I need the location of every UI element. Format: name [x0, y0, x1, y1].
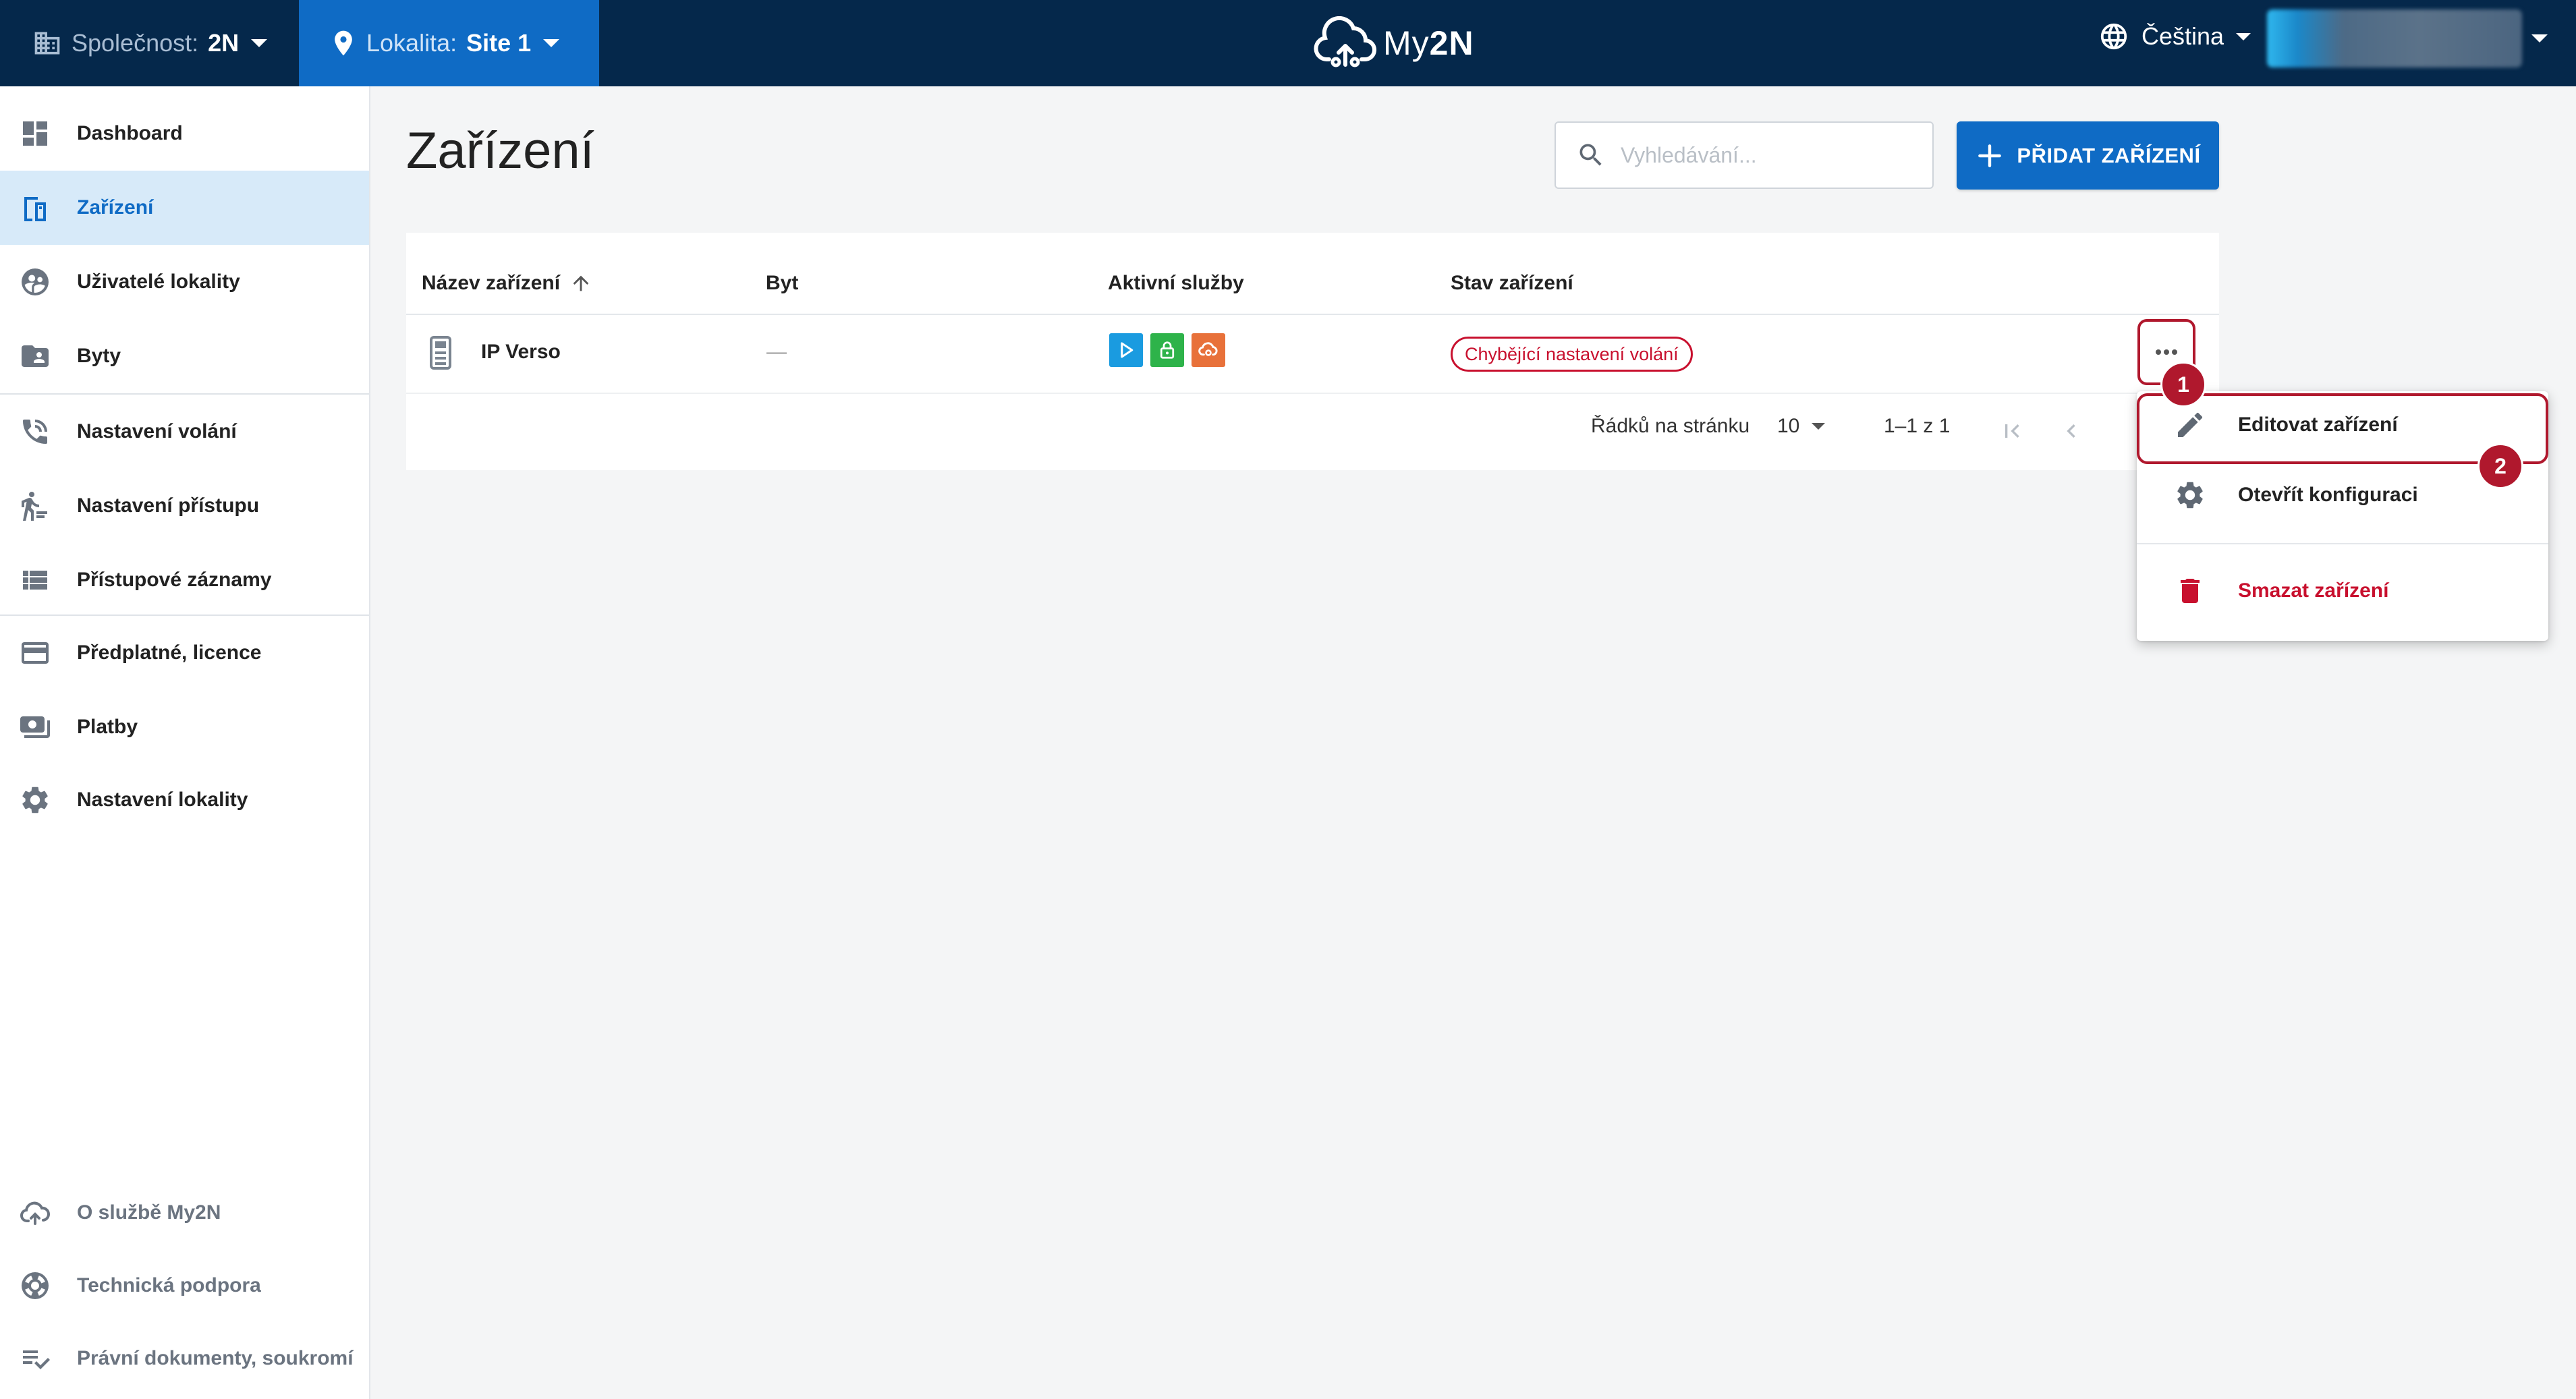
device-name[interactable]: IP Verso	[481, 341, 561, 364]
sidebar-item-devices[interactable]: Zařízení	[0, 171, 369, 245]
phone-settings-icon	[23, 420, 47, 444]
chevron-down-icon	[1812, 423, 1826, 430]
sidebar-item-about-my2n[interactable]: O službě My2N	[0, 1176, 369, 1250]
sidebar-item-label: Byty	[77, 345, 121, 367]
sidebar-item-subscription[interactable]: Předplatné, licence	[0, 616, 369, 690]
search-box[interactable]	[1555, 121, 1934, 189]
previous-page-icon[interactable]	[2058, 418, 2085, 445]
sidebar-item-label: Platby	[77, 716, 138, 738]
intercom-device-icon	[430, 336, 451, 370]
language-selector[interactable]: Čeština	[2098, 0, 2251, 73]
company-selector[interactable]: Společnost: 2N	[0, 0, 298, 86]
sidebar-item-site-settings[interactable]: Nastavení lokality	[0, 763, 369, 837]
rows-per-page-value: 10	[1777, 415, 1800, 437]
chevron-down-icon	[251, 39, 268, 47]
devices-table: Název zařízení Byt Aktivní služby Stav z…	[406, 233, 2219, 470]
add-device-button[interactable]: PŘIDAT ZAŘÍZENÍ	[1957, 121, 2219, 190]
apartments-icon	[22, 345, 49, 367]
dashboard-icon	[23, 121, 47, 146]
cloud-logo-icon	[1314, 16, 1377, 67]
plus-icon	[1978, 144, 2002, 167]
my2n-logo[interactable]: My2N	[1313, 11, 1474, 76]
service-access-control-icon	[1150, 333, 1184, 367]
sidebar-item-label: Uživatelé lokality	[77, 270, 240, 293]
sidebar-item-apartments[interactable]: Byty	[0, 319, 369, 393]
step-marker-1: 1	[2160, 362, 2206, 407]
sidebar-item-label: O službě My2N	[77, 1201, 221, 1224]
menu-item-label: Smazat zařízení	[2238, 579, 2389, 602]
status-badge: Chybějící nastavení volání	[1451, 337, 1693, 372]
step-marker-2: 2	[2477, 443, 2523, 489]
rows-per-page-select[interactable]: 10	[1777, 415, 1826, 438]
location-pin-icon	[335, 30, 352, 56]
cloud-icon	[20, 1201, 50, 1225]
page-title: Zařízení	[406, 122, 594, 179]
header-divider	[406, 314, 2219, 315]
sidebar-item-support[interactable]: Technická podpora	[0, 1249, 369, 1323]
sidebar-item-call-settings[interactable]: Nastavení volání	[0, 395, 369, 469]
support-icon	[22, 1272, 49, 1299]
service-mobile-video-icon	[1109, 333, 1143, 367]
sort-ascending-icon[interactable]	[569, 272, 592, 295]
legal-icon	[23, 1350, 50, 1369]
search-icon	[1579, 144, 1602, 166]
top-bar: Společnost: 2N Lokalita: Site 1 My2N Češ…	[0, 0, 2576, 86]
access-icon	[22, 492, 47, 521]
sidebar-item-label: Nastavení přístupu	[77, 494, 260, 517]
device-icon	[24, 197, 46, 221]
first-page-icon[interactable]	[1998, 418, 2025, 445]
column-header-status: Stav zařízení	[1451, 272, 1573, 294]
search-input[interactable]	[1619, 142, 1919, 169]
column-header-name[interactable]: Název zařízení	[422, 272, 592, 295]
column-header-services: Aktivní služby	[1108, 272, 1244, 294]
sidebar-item-access-log[interactable]: Přístupové záznamy	[0, 543, 369, 617]
rows-per-page-label: Řádků na stránku	[1591, 415, 1750, 437]
credit-card-icon	[22, 642, 49, 664]
building-icon	[34, 32, 60, 55]
sidebar: Dashboard Zařízení Uživatelé lokality By…	[0, 86, 370, 1399]
menu-item-delete-device[interactable]: Smazat zařízení	[2137, 557, 2548, 625]
site-label: Lokalita:	[366, 29, 457, 57]
add-device-label: PŘIDAT ZAŘÍZENÍ	[2017, 143, 2201, 167]
sidebar-item-label: Přístupové záznamy	[77, 569, 272, 591]
pagination-range: 1–1 z 1	[1884, 415, 1951, 437]
sidebar-item-legal[interactable]: Právní dokumenty, soukromí	[0, 1321, 369, 1396]
trash-icon	[2181, 579, 2200, 603]
user-menu-blurred[interactable]	[2267, 9, 2522, 67]
chevron-down-icon	[543, 39, 560, 47]
company-value: 2N	[208, 29, 240, 57]
users-icon	[22, 268, 49, 295]
logo-suffix: 2N	[1429, 24, 1474, 62]
site-selector[interactable]: Lokalita: Site 1	[299, 0, 599, 86]
chevron-down-icon	[2236, 32, 2251, 40]
language-label: Čeština	[2141, 22, 2224, 50]
gear-icon	[22, 787, 48, 813]
sidebar-item-site-users[interactable]: Uživatelé lokality	[0, 245, 369, 319]
sidebar-item-label: Zařízení	[77, 196, 154, 219]
menu-divider	[2137, 543, 2548, 544]
sidebar-item-label: Právní dokumenty, soukromí	[77, 1347, 354, 1369]
sidebar-item-dashboard[interactable]: Dashboard	[0, 96, 369, 171]
sidebar-item-label: Nastavení lokality	[77, 789, 248, 811]
payments-icon	[20, 716, 50, 738]
user-menu-chevron-icon[interactable]	[2531, 34, 2548, 42]
service-remote-configuration-icon	[1192, 333, 1225, 367]
more-horizontal-icon	[2156, 349, 2177, 355]
sidebar-item-payments[interactable]: Platby	[0, 690, 369, 764]
sidebar-item-label: Předplatné, licence	[77, 641, 262, 664]
gear-icon	[2177, 482, 2203, 509]
row-divider	[406, 393, 2219, 394]
site-value: Site 1	[466, 29, 532, 57]
company-label: Společnost:	[72, 29, 199, 57]
sidebar-item-label: Nastavení volání	[77, 420, 237, 442]
access-log-icon	[23, 571, 47, 590]
device-apartment: —	[766, 341, 787, 363]
sidebar-item-label: Technická podpora	[77, 1274, 261, 1296]
sidebar-item-access-settings[interactable]: Nastavení přístupu	[0, 469, 369, 543]
globe-icon	[2100, 23, 2127, 50]
sidebar-item-label: Dashboard	[77, 122, 183, 144]
column-header-apartment: Byt	[766, 272, 799, 294]
menu-item-label: Otevřít konfiguraci	[2238, 484, 2418, 506]
logo-prefix: My	[1383, 24, 1430, 62]
